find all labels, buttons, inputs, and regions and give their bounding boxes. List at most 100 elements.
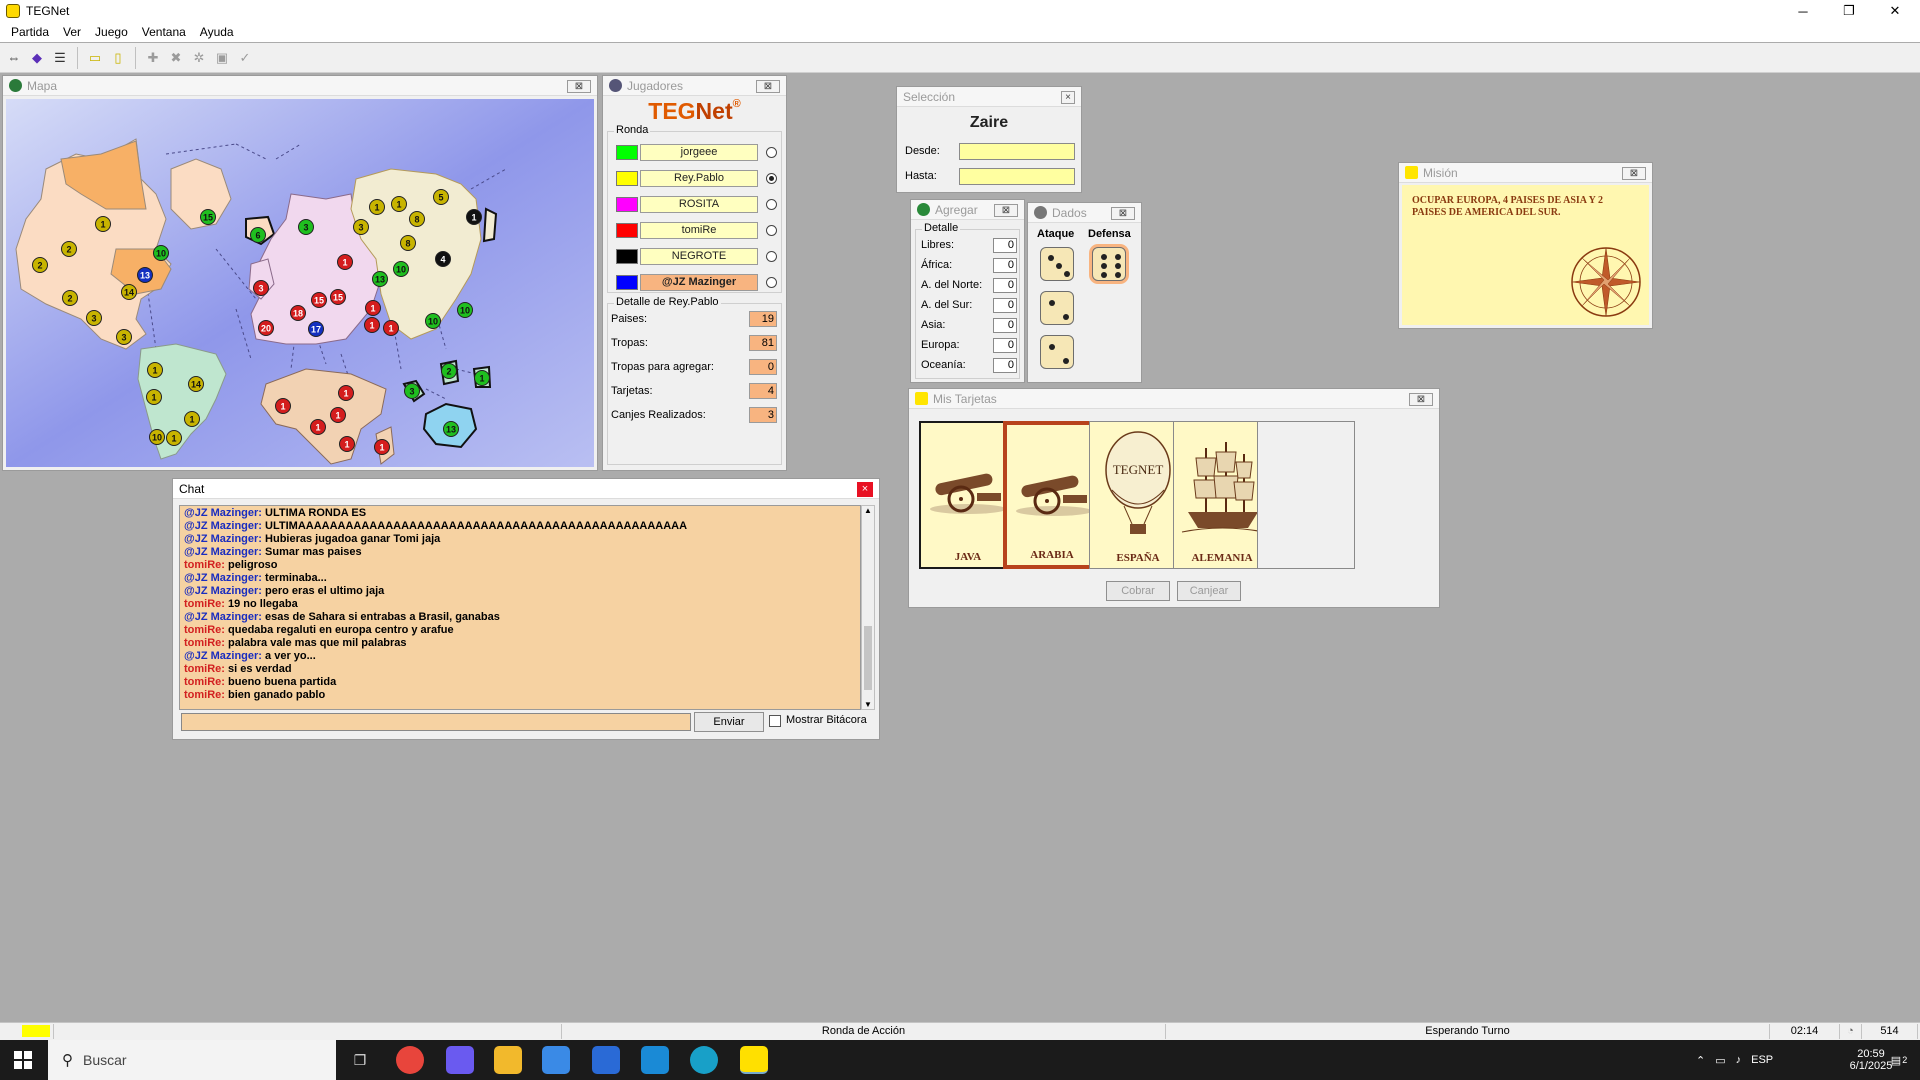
dice-close-button[interactable]: ⊠ bbox=[1111, 207, 1135, 220]
task-view-icon[interactable]: ❐ bbox=[346, 1046, 374, 1074]
japan[interactable] bbox=[482, 207, 498, 243]
player-radio[interactable] bbox=[766, 250, 777, 262]
army-marker[interactable]: 15 bbox=[330, 289, 346, 305]
mission-close-button[interactable]: ⊠ bbox=[1622, 167, 1646, 180]
chat-input[interactable] bbox=[181, 713, 691, 731]
selection-close-button[interactable]: × bbox=[1061, 91, 1075, 104]
army-marker[interactable]: 1 bbox=[364, 317, 380, 333]
player-radio[interactable] bbox=[766, 198, 777, 210]
army-marker[interactable]: 13 bbox=[137, 267, 153, 283]
player-row[interactable]: tomiRe bbox=[616, 219, 782, 241]
army-marker[interactable]: 1 bbox=[146, 389, 162, 405]
player-radio[interactable] bbox=[766, 276, 777, 288]
scroll-down-icon[interactable]: ▼ bbox=[864, 700, 872, 709]
army-marker[interactable]: 1 bbox=[369, 199, 385, 215]
attack-icon[interactable]: ✖ bbox=[166, 48, 186, 68]
players-close-button[interactable]: ⊠ bbox=[756, 80, 780, 93]
army-marker[interactable]: 3 bbox=[86, 310, 102, 326]
collect-button[interactable]: Cobrar bbox=[1106, 581, 1170, 601]
scroll-thumb[interactable] bbox=[864, 626, 872, 690]
menu-ventana[interactable]: Ventana bbox=[135, 25, 193, 39]
minimize-button[interactable]: ─ bbox=[1780, 0, 1826, 22]
exchange-button[interactable]: Canjear bbox=[1177, 581, 1241, 601]
copilot-icon[interactable] bbox=[446, 1046, 474, 1074]
army-marker[interactable]: 14 bbox=[188, 376, 204, 392]
my-cards-close-button[interactable]: ⊠ bbox=[1409, 393, 1433, 406]
army-marker[interactable]: 2 bbox=[61, 241, 77, 257]
army-marker[interactable]: 5 bbox=[433, 189, 449, 205]
add-army-icon[interactable]: ✚ bbox=[143, 48, 163, 68]
tegnet-taskbar-icon[interactable] bbox=[740, 1046, 768, 1074]
army-marker[interactable]: 15 bbox=[200, 209, 216, 225]
army-marker[interactable]: 1 bbox=[95, 216, 111, 232]
army-marker[interactable]: 1 bbox=[466, 209, 482, 225]
close-button[interactable]: ✕ bbox=[1872, 0, 1918, 22]
taskbar-search[interactable]: ⚲ Buscar bbox=[48, 1040, 336, 1080]
chat-close-button[interactable]: × bbox=[857, 482, 873, 497]
player-radio[interactable] bbox=[766, 172, 777, 184]
player-row[interactable]: jorgeee bbox=[616, 141, 782, 163]
player-row[interactable]: NEGROTE bbox=[616, 245, 782, 267]
file-explorer-icon[interactable] bbox=[494, 1046, 522, 1074]
tray-chevron-icon[interactable]: ⌃ bbox=[1696, 1054, 1705, 1067]
army-marker[interactable]: 1 bbox=[310, 419, 326, 435]
army-marker[interactable]: 1 bbox=[474, 370, 490, 386]
army-marker[interactable]: 1 bbox=[330, 407, 346, 423]
army-marker[interactable]: 3 bbox=[404, 383, 420, 399]
menu-juego[interactable]: Juego bbox=[88, 25, 135, 39]
start-game-icon[interactable]: ◆ bbox=[27, 48, 47, 68]
menu-ver[interactable]: Ver bbox=[56, 25, 88, 39]
army-marker[interactable]: 1 bbox=[383, 320, 399, 336]
army-marker[interactable]: 8 bbox=[409, 211, 425, 227]
army-marker[interactable]: 2 bbox=[32, 257, 48, 273]
world-map[interactable]: 1222331413101563311815 1520 1711 11 13885141… bbox=[6, 99, 594, 467]
regroup-icon[interactable]: ✲ bbox=[189, 48, 209, 68]
edge-icon[interactable] bbox=[690, 1046, 718, 1074]
network-icon[interactable]: ▭ bbox=[1715, 1054, 1725, 1067]
notifications-button[interactable]: ▤ 2 bbox=[1884, 1040, 1914, 1080]
army-marker[interactable]: 10 bbox=[457, 302, 473, 318]
list-icon[interactable]: ☰ bbox=[50, 48, 70, 68]
army-marker[interactable]: 8 bbox=[400, 235, 416, 251]
player-row[interactable]: Rey.Pablo bbox=[616, 167, 782, 189]
keyboard-language[interactable]: ESP bbox=[1751, 1054, 1773, 1066]
maximize-button[interactable]: ❐ bbox=[1826, 0, 1872, 22]
army-marker[interactable]: 2 bbox=[441, 363, 457, 379]
army-marker[interactable]: 1 bbox=[391, 196, 407, 212]
scroll-up-icon[interactable]: ▲ bbox=[864, 506, 872, 515]
army-marker[interactable]: 4 bbox=[435, 251, 451, 267]
army-marker[interactable]: 3 bbox=[298, 219, 314, 235]
army-marker[interactable]: 3 bbox=[253, 280, 269, 296]
army-marker[interactable]: 10 bbox=[149, 429, 165, 445]
army-marker[interactable]: 14 bbox=[121, 284, 137, 300]
show-log-checkbox[interactable] bbox=[769, 715, 781, 727]
player-radio[interactable] bbox=[766, 146, 777, 158]
map-close-button[interactable]: ⊠ bbox=[567, 80, 591, 93]
army-marker[interactable]: 6 bbox=[250, 227, 266, 243]
army-marker[interactable]: 10 bbox=[425, 313, 441, 329]
army-marker[interactable]: 1 bbox=[365, 300, 381, 316]
army-marker[interactable]: 1 bbox=[338, 385, 354, 401]
player-row[interactable]: ROSITA bbox=[616, 193, 782, 215]
send-button[interactable]: Enviar bbox=[694, 712, 764, 732]
army-marker[interactable]: 1 bbox=[374, 439, 390, 455]
army-marker[interactable]: 17 bbox=[308, 321, 324, 337]
player-radio[interactable] bbox=[766, 224, 777, 236]
army-marker[interactable]: 3 bbox=[353, 219, 369, 235]
army-marker[interactable]: 1 bbox=[166, 430, 182, 446]
army-marker[interactable]: 1 bbox=[275, 398, 291, 414]
army-marker[interactable]: 18 bbox=[290, 305, 306, 321]
to-field[interactable] bbox=[959, 167, 1075, 185]
card-icon[interactable]: ▭ bbox=[85, 48, 105, 68]
connect-icon[interactable]: ⇔ bbox=[4, 48, 24, 68]
add-armies-close-button[interactable]: ⊠ bbox=[994, 204, 1018, 217]
mission-icon[interactable]: ▯ bbox=[108, 48, 128, 68]
army-marker[interactable]: 10 bbox=[393, 261, 409, 277]
azure-icon[interactable] bbox=[641, 1046, 669, 1074]
army-marker[interactable]: 1 bbox=[147, 362, 163, 378]
start-button[interactable] bbox=[0, 1040, 46, 1080]
army-marker[interactable]: 15 bbox=[311, 292, 327, 308]
end-turn-icon[interactable]: ✓ bbox=[235, 48, 255, 68]
menu-ayuda[interactable]: Ayuda bbox=[193, 25, 241, 39]
store-icon[interactable] bbox=[542, 1046, 570, 1074]
